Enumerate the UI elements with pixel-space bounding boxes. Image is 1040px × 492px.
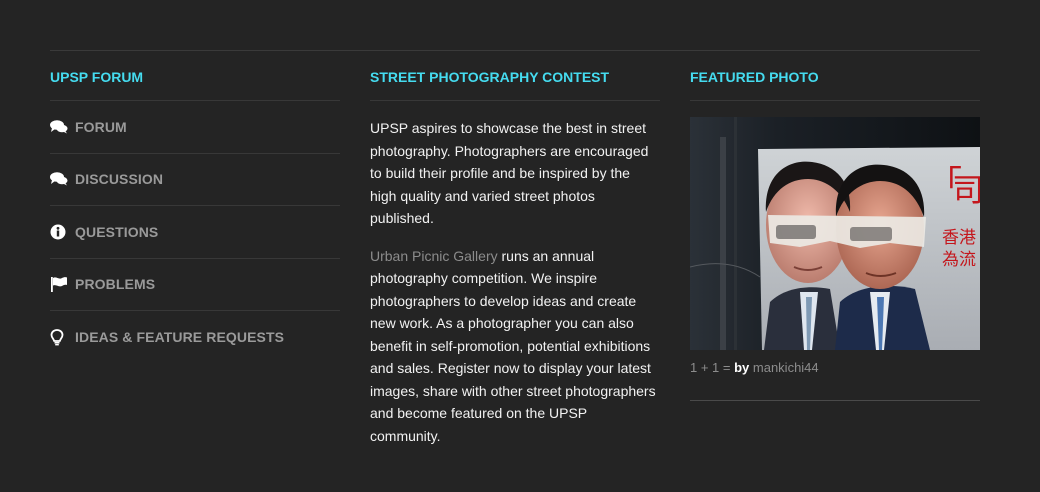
forum-item-label: DISCUSSION (75, 171, 164, 188)
forum-item-label: QUESTIONS (75, 223, 159, 240)
forum-item-label: FORUM (75, 118, 127, 135)
top-divider (50, 50, 980, 51)
chat-bubbles-icon (50, 117, 75, 137)
contest-paragraph-1: UPSP aspires to showcase the best in str… (370, 120, 649, 226)
lightbulb-icon (50, 327, 75, 347)
poster-char: 司 (952, 171, 980, 209)
forum-list: FORUM DISCUSSION QUESTIONS PROBLEMS IDEA… (50, 101, 340, 364)
forum-item-label: PROBLEMS (75, 276, 156, 293)
poster-text-1: 香港 (942, 228, 976, 248)
contest-column: STREET PHOTOGRAPHY CONTEST UPSP aspires … (370, 67, 660, 462)
forum-column: UPSP FORUM FORUM DISCUSSION QUESTIONS PR… (50, 67, 340, 364)
featured-photo-image: 「 司 香港 為流 (690, 117, 980, 350)
photo-by-label: by (734, 360, 750, 375)
forum-heading: UPSP FORUM (50, 67, 340, 101)
forum-item-discussion[interactable]: DISCUSSION (50, 154, 340, 206)
featured-heading: FEATURED PHOTO (690, 67, 980, 101)
forum-item-forum[interactable]: FORUM (50, 101, 340, 154)
contest-paragraph-2-text: runs an annual photography competition. … (370, 247, 656, 444)
info-circle-icon (50, 222, 75, 242)
photo-caption: 1 + 1 = by mankichi44 (690, 350, 980, 401)
forum-item-questions[interactable]: QUESTIONS (50, 206, 340, 259)
gallery-link[interactable]: Urban Picnic Gallery (370, 248, 498, 264)
photo-author-link[interactable]: mankichi44 (753, 360, 819, 375)
contest-body: UPSP aspires to showcase the best in str… (370, 101, 660, 447)
contest-paragraph-2: Urban Picnic Gallery runs an annual phot… (370, 245, 660, 448)
flag-icon (50, 274, 75, 294)
contest-heading: STREET PHOTOGRAPHY CONTEST (370, 67, 660, 101)
chat-bubbles-icon (50, 169, 75, 189)
forum-item-problems[interactable]: PROBLEMS (50, 259, 340, 311)
photo-title: 1 + 1 = (690, 360, 735, 375)
featured-column: FEATURED PHOTO 「 司 香港 為流 1 + 1 = by mank… (690, 67, 980, 401)
featured-photo[interactable]: 「 司 香港 為流 (690, 117, 980, 350)
forum-item-label: IDEAS & FEATURE REQUESTS (75, 329, 285, 346)
forum-item-ideas[interactable]: IDEAS & FEATURE REQUESTS (50, 311, 340, 364)
poster-text-2: 為流 (942, 250, 976, 270)
